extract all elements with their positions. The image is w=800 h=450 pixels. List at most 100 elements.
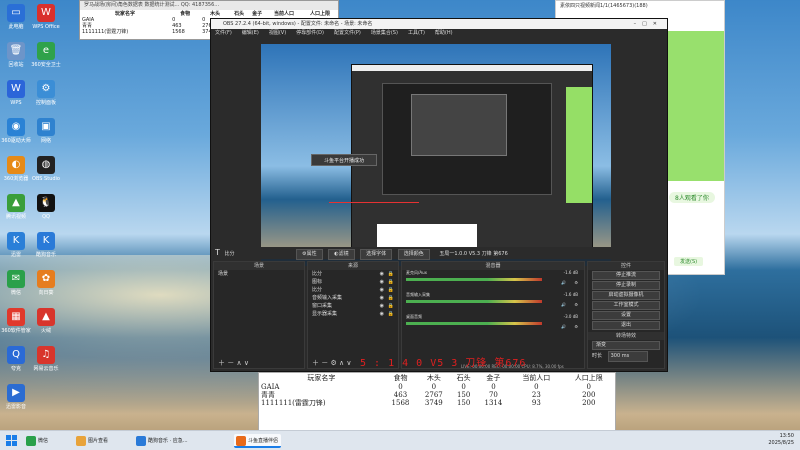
source-item[interactable]: 音频输入采集 ◉ 🔒 [308, 294, 398, 302]
mixer-channel[interactable]: 麦克风/Aux -1.6 dB 🔊 ⚙ [402, 270, 584, 292]
filters-button[interactable]: ◐滤镜 [328, 249, 355, 260]
desktop-icon[interactable]: Q 夸克 [0, 346, 32, 372]
mixer-channel[interactable]: 音频输入采集 -1.6 dB 🔊 ⚙ [402, 292, 584, 314]
menu-item[interactable]: 文件(F) [215, 30, 232, 36]
table-cell: 0 [586, 383, 591, 391]
scene-item[interactable]: 场景 [214, 270, 304, 278]
scenes-dock[interactable]: 场景 场景 ＋ － ∧ ∨ [213, 261, 305, 369]
lock-icon[interactable]: 🔒 [388, 286, 394, 294]
speaker-icon[interactable]: 🔊 [561, 302, 566, 307]
desktop-icon[interactable]: ♫ 网易云音乐 [30, 346, 62, 372]
viewer-tag[interactable]: 8人观看了你 [669, 192, 715, 203]
system-clock[interactable]: 13:50 2025/8/25 [768, 433, 794, 447]
sources-dock[interactable]: 来源 比分 ◉ 🔒 图标 ◉ 🔒 比分 ◉ 🔒 音频输入采集 ◉ 🔒 窗口采集 ◉ 🔒 显示器采集 ◉ 🔒 ＋ －… [307, 261, 399, 369]
desktop-icon[interactable]: ▣ 网络 [30, 118, 62, 144]
source-item[interactable]: 显示器采集 ◉ 🔒 [308, 310, 398, 318]
start-button[interactable] [6, 435, 18, 447]
desktop-icon[interactable]: W WPS [0, 80, 32, 106]
controls-header: 控件 [588, 262, 664, 270]
source-item[interactable]: 比分 ◉ 🔒 [308, 270, 398, 278]
desktop-icon[interactable]: e 360安全卫士 [30, 42, 62, 68]
desktop-icon[interactable]: ◐ 360浏览器 [0, 156, 32, 182]
source-item[interactable]: 窗口采集 ◉ 🔒 [308, 302, 398, 310]
desktop-icon[interactable]: K 酷狗音乐 [30, 232, 62, 258]
lock-icon[interactable]: 🔒 [388, 302, 394, 310]
source-item[interactable]: 图标 ◉ 🔒 [308, 278, 398, 286]
transition-select[interactable]: 渐变 [592, 341, 660, 350]
desktop-icon[interactable]: ⚙ 控制面板 [30, 80, 62, 106]
gear-icon[interactable]: ⚙ [574, 324, 578, 329]
menu-item[interactable]: 场景集合(S) [371, 30, 398, 36]
taskbar-item[interactable]: 酷狗音乐 · 应急... [134, 434, 191, 448]
table-cell: GAIA [261, 383, 280, 391]
taskbar: 微信 图片查看 酷狗音乐 · 应急... 斗鱼直播伴侣 13:50 2025/8/25 [0, 430, 800, 450]
desktop-icon[interactable]: ◉ 360驱动大师 [0, 118, 32, 144]
window-controls[interactable]: –□✕ [634, 19, 663, 29]
channel-name: 麦克风/Aux [406, 270, 427, 275]
desktop-icon[interactable]: ▶ 迅雷影音 [0, 384, 32, 410]
desktop-icon[interactable]: 🐧 QQ [30, 194, 62, 220]
eye-icon[interactable]: ◉ [380, 310, 384, 318]
desktop-icon[interactable]: ▭ 此电脑 [0, 4, 32, 30]
control-button[interactable]: 退出 [592, 321, 660, 330]
source-item[interactable]: 比分 ◉ 🔒 [308, 286, 398, 294]
desktop-icon-label: 此电脑 [8, 24, 24, 30]
desktop-icon[interactable]: ◍ OBS Studio [30, 156, 62, 182]
chat-green-message [668, 31, 724, 181]
taskbar-item[interactable]: 微信 [24, 434, 51, 448]
select-color-button[interactable]: 选择颜色 [397, 249, 430, 260]
desktop-icon[interactable]: ✿ 向日葵 [30, 270, 62, 296]
control-button[interactable]: 启动虚拟摄像机 [592, 291, 660, 300]
lock-icon[interactable]: 🔒 [388, 278, 394, 286]
send-button[interactable]: 发送(S) [674, 257, 704, 266]
desktop-icon[interactable]: ▦ 360软件管家 [0, 308, 32, 334]
desktop-icon[interactable]: K 迅雷 [0, 232, 32, 258]
eye-icon[interactable]: ◉ [380, 270, 384, 278]
gear-icon[interactable]: ⚙ [574, 280, 578, 285]
mixer-dock[interactable]: 混音器 麦克风/Aux -1.6 dB 🔊 ⚙ 音频输入采集 -1.6 dB 🔊 ⚙ 桌面音频 -… [401, 261, 585, 369]
control-button[interactable]: 工作室模式 [592, 301, 660, 310]
menu-item[interactable]: 编辑(E) [242, 30, 259, 36]
taskbar-item[interactable]: 斗鱼直播伴侣 [234, 434, 282, 448]
menu-item[interactable]: 视图(V) [269, 30, 286, 36]
menu-item[interactable]: 停靠部件(D) [296, 30, 324, 36]
taskbar-item[interactable]: 图片查看 [74, 434, 111, 448]
speaker-icon[interactable]: 🔊 [561, 280, 566, 285]
text-source-icon: T [215, 248, 220, 257]
menu-item[interactable]: 配置文件(P) [334, 30, 361, 36]
control-button[interactable]: 停止推流 [592, 271, 660, 280]
table-cell: 0 [431, 383, 437, 391]
obs-window[interactable]: OBS 27.2.4 (64-bit, windows) - 配置文件: 未命名… [210, 18, 668, 372]
mixer-channel[interactable]: 桌面音频 -3.0 dB 🔊 ⚙ [402, 314, 584, 336]
speaker-icon[interactable]: 🔊 [561, 324, 566, 329]
desktop-icon[interactable]: ▲ 火绒 [30, 308, 62, 334]
lock-icon[interactable]: 🔒 [388, 310, 394, 318]
desktop-icon[interactable]: W WPS Office [30, 4, 62, 30]
game-stats-window-bottom[interactable]: 玩家名字 食物 木头 石头 金子 当前人口 人口上限 GAIA 0 0 0 0 0 0 青青 463 2767… [258, 372, 616, 438]
taskbar-item-label: 图片查看 [88, 438, 109, 444]
eye-icon[interactable]: ◉ [380, 302, 384, 310]
gear-icon[interactable]: ⚙ [574, 302, 578, 307]
menu-item[interactable]: 工具(T) [408, 30, 425, 36]
menu-item[interactable]: 帮助(H) [435, 30, 453, 36]
duration-input[interactable]: 300 ms [607, 351, 648, 362]
eye-icon[interactable]: ◉ [380, 278, 384, 286]
control-button[interactable]: 停止录制 [592, 281, 660, 290]
table-cell: 70 [488, 391, 498, 399]
obs-preview[interactable]: 斗鱼平台开播成功 [261, 44, 611, 266]
control-button[interactable]: 设置 [592, 311, 660, 320]
desktop-icon[interactable]: 🗑 回收站 [0, 42, 32, 68]
preview-nested-obs-2 [382, 83, 552, 195]
table-header: 木头 [210, 11, 221, 17]
lock-icon[interactable]: 🔒 [388, 270, 394, 278]
table-cell: 93 [531, 399, 541, 407]
lock-icon[interactable]: 🔒 [388, 294, 394, 302]
desktop-icon[interactable]: ▲ 腾讯视频 [0, 194, 32, 220]
controls-dock[interactable]: 控件 停止推流 停止录制 启动虚拟摄像机 工作室模式 设置 退出 转场特效 渐变 时长 3… [587, 261, 665, 369]
eye-icon[interactable]: ◉ [380, 286, 384, 294]
table-header: 人口上限 [309, 11, 330, 17]
desktop-icon[interactable]: ✉ 微信 [0, 270, 32, 296]
eye-icon[interactable]: ◉ [380, 294, 384, 302]
properties-button[interactable]: ⚙属性 [296, 249, 323, 260]
select-font-button[interactable]: 选择字体 [360, 249, 393, 260]
